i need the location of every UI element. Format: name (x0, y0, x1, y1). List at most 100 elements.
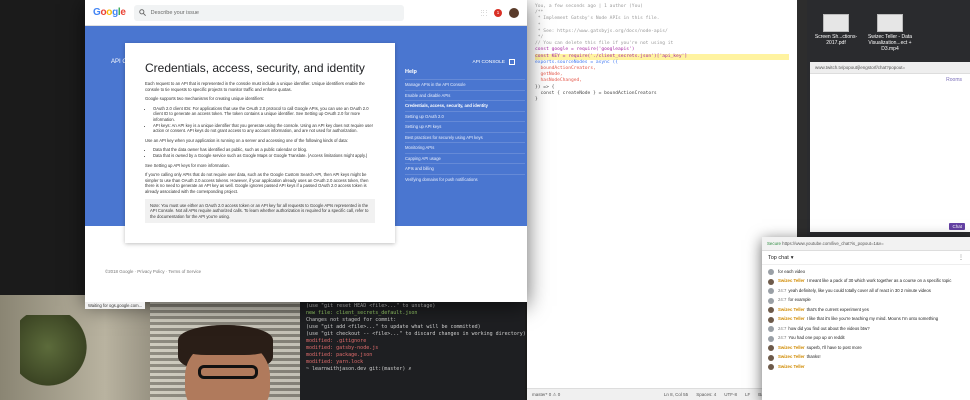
chat-address-bar[interactable]: Secure https://www.youtube.com/live_chat… (762, 237, 970, 251)
help-search-bar[interactable]: Describe your issue (133, 4, 404, 21)
help-nav-item[interactable]: Manage APIs in the API Console (405, 79, 525, 90)
chat-text: how did you find out about the videos bt… (788, 325, 870, 331)
help-nav-item[interactable]: Setting up OAuth 2.0 (405, 110, 525, 122)
chevron-down-icon[interactable]: ▾ (791, 255, 794, 261)
pdf-file-icon (823, 14, 849, 32)
help-nav-item[interactable]: Setting up API keys (405, 121, 525, 132)
chat-message[interactable]: Swizec Teller I meant like a pack of 30 w… (768, 277, 964, 287)
chat-header: Top chat ▾ ⋮ (762, 251, 970, 265)
chat-message[interactable]: Swizec Teller thanks! (768, 353, 964, 363)
code-editor[interactable]: You, a few seconds ago | 1 author (You) /… (527, 0, 797, 400)
chat-url: https://www.youtube.com/live_chat?is_pop… (782, 241, 884, 246)
desktop-file[interactable]: Swizec Teller - Data Visualization...ect… (866, 14, 914, 54)
file-name: Swizec Teller - Data Visualization...ect… (867, 34, 913, 52)
api-console-link[interactable]: API CONSOLE (472, 59, 515, 65)
chat-message[interactable]: 24:7 how did you find out about the video… (768, 324, 964, 334)
apps-grid-icon[interactable] (480, 9, 487, 16)
chat-author[interactable]: Swizec Teller (778, 354, 805, 359)
chat-message[interactable]: 24:7 for example (768, 296, 964, 306)
chat-author[interactable]: 24:7 (778, 288, 786, 293)
chat-author[interactable]: Swizec Teller (778, 278, 805, 283)
data-kinds-list: Data that the data owner has identified … (153, 147, 375, 158)
chat-author[interactable]: Swizec Teller (778, 364, 805, 369)
desktop-file[interactable]: Screen Sh...ctions-2017.pdf (812, 14, 860, 54)
encoding[interactable]: UTF-8 (724, 392, 737, 397)
article-card: Credentials, access, security, and ident… (125, 43, 395, 243)
code-line[interactable]: } (535, 97, 789, 103)
account-avatar[interactable] (509, 7, 519, 18)
chat-message[interactable]: Swizec Teller (768, 362, 964, 372)
notification-badge[interactable]: 1 (494, 8, 502, 17)
avatar[interactable] (768, 345, 774, 351)
help-nav-item[interactable]: Capping API usage (405, 152, 525, 164)
avatar[interactable] (768, 278, 774, 285)
avatar[interactable] (768, 288, 774, 294)
avatar[interactable] (768, 316, 774, 323)
chat-message[interactable]: 24:7 You had one pop up on reddit (768, 334, 964, 344)
indent-setting[interactable]: Spaces: 4 (696, 392, 716, 397)
chat-messages: for each video Swizec Teller I meant like … (762, 265, 970, 374)
chat-author[interactable]: 24:7 (778, 335, 786, 340)
help-nav-item[interactable]: Monitoring APIs (405, 142, 525, 153)
terminal-line: modified: .gitignore (306, 338, 367, 344)
article-intro: Each request to an API that is represent… (145, 81, 365, 92)
chat-text: thanks! (806, 354, 821, 359)
webcam-feed (0, 295, 300, 400)
twitch-address-bar[interactable]: www.twitch.tv/popout/jlengstorf/chat?pop… (810, 62, 970, 74)
chat-message-body: 24:7 You had one pop up on reddit (778, 335, 845, 340)
line-ending[interactable]: LF (745, 392, 750, 397)
google-logo[interactable]: Google (93, 7, 126, 18)
help-nav-item[interactable]: APIs and billing (405, 163, 525, 174)
help-sidebar: Help Manage APIs in the API Console Enabl… (405, 69, 525, 184)
help-nav-item[interactable]: Enable and disable APIs (405, 89, 525, 101)
avatar[interactable] (768, 269, 774, 275)
article-body: If you're calling only APIs that do not … (145, 172, 369, 194)
chat-text: that's the current experiment yes (806, 306, 869, 312)
chat-title[interactable]: Top chat (768, 255, 789, 261)
chat-text: I like that it's like you're teaching my… (806, 316, 939, 321)
avatar[interactable] (768, 326, 774, 332)
chat-message[interactable]: 24:7 yeah definitely, like you could tota… (768, 286, 964, 296)
avatar[interactable] (768, 307, 774, 313)
cursor-position[interactable]: Ln 8, Col 55 (664, 392, 688, 397)
chat-button[interactable]: Chat (949, 223, 965, 230)
chat-text: You had one pop up on reddit (788, 335, 845, 340)
avatar[interactable] (768, 335, 774, 342)
chat-message[interactable]: for each video (768, 267, 964, 277)
chat-text: superb, I'll have to post more (806, 344, 862, 350)
chat-message[interactable]: Swizec Teller that's the current experime… (768, 305, 964, 315)
note-box: Note: You must use either an OAuth 2.0 a… (145, 198, 375, 224)
desktop: (use "git reset HEAD <file>..." to unsta… (0, 0, 970, 400)
setting-up-link[interactable]: See Setting up API keys for more informa… (145, 163, 375, 169)
code-area[interactable]: You, a few seconds ago | 1 author (You) /… (527, 0, 797, 107)
chat-author[interactable]: Swizec Teller (778, 345, 805, 350)
chat-author[interactable]: Swizec Teller (778, 316, 805, 321)
youtube-chat-window: Secure https://www.youtube.com/live_chat… (762, 237, 970, 400)
desktop-files: Screen Sh...ctions-2017.pdf Swizec Telle… (812, 14, 970, 54)
chat-message[interactable]: Swizec Teller superb, I'll have to post m… (768, 343, 964, 353)
terminal-line: modified: gatsby-node.js (306, 345, 379, 351)
chat-author[interactable]: 24:7 (778, 297, 786, 302)
search-placeholder: Describe your issue (150, 9, 199, 16)
chat-author[interactable]: Swizec Teller (778, 307, 805, 312)
chat-text: I meant like a pack of 30 which work tog… (806, 278, 952, 283)
help-nav-item[interactable]: Verifying domains for push notifications (405, 173, 525, 185)
chat-author[interactable]: 24:7 (778, 326, 786, 331)
page-footer[interactable]: ©2018 Google · Privacy Policy · Terms of… (105, 269, 201, 274)
avatar[interactable] (768, 364, 774, 370)
avatar[interactable] (768, 354, 774, 361)
article-mechanisms: Google supports two mechanisms for creat… (145, 96, 265, 102)
terminal-window[interactable]: (use "git reset HEAD <file>..." to unsta… (300, 300, 526, 400)
mechanism-list: OAuth 2.0 client IDs: For applications t… (153, 106, 375, 134)
avatar[interactable] (768, 297, 774, 304)
more-options-icon[interactable]: ⋮ (958, 254, 964, 261)
chat-text: for each video (778, 268, 805, 274)
chat-message-body: Swizec Teller superb, I'll have to post m… (778, 345, 862, 350)
git-branch-status[interactable]: master* 0 ⚠ 0 (532, 392, 560, 398)
search-icon (138, 9, 146, 16)
help-nav-item[interactable]: Credentials, access, security, and ident… (405, 100, 525, 111)
rooms-link[interactable]: Rooms (810, 74, 970, 86)
browser-window: Google Describe your issue 1 API Console… (85, 0, 527, 302)
help-nav-item[interactable]: Best practices for securely using API ke… (405, 131, 525, 143)
chat-message[interactable]: Swizec Teller I like that it's like you'r… (768, 315, 964, 325)
